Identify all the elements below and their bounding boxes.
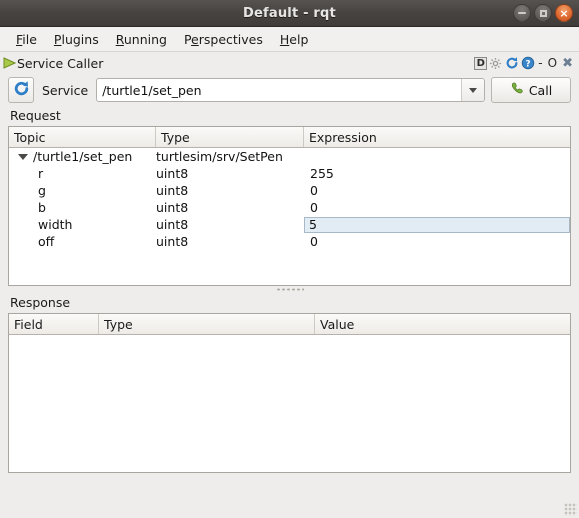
menu-plugins[interactable]: Plugins xyxy=(46,29,108,50)
request-table-body: /turtle1/set_pen turtlesim/srv/SetPen r … xyxy=(9,148,570,285)
splitter-dots-icon xyxy=(275,288,304,291)
request-section-label: Request xyxy=(10,108,61,123)
request-table-header: Topic Type Expression xyxy=(9,127,570,148)
request-row-expression[interactable]: 255 xyxy=(304,165,570,182)
request-row-topic: off xyxy=(38,234,55,249)
plugin-titlebar: Service Caller D ? - O ✖ xyxy=(0,52,579,74)
service-combobox[interactable]: /turtle1/set_pen xyxy=(96,78,485,102)
response-tree-view[interactable]: Field Type Value xyxy=(8,313,571,473)
dock-minimize-button[interactable]: - xyxy=(536,56,544,71)
request-row-topic-label: /turtle1/set_pen xyxy=(33,149,133,164)
table-row[interactable]: g uint8 0 xyxy=(9,182,570,199)
request-row-type: uint8 xyxy=(156,217,189,232)
response-table-header: Field Type Value xyxy=(9,314,570,335)
response-column-field[interactable]: Field xyxy=(9,314,99,334)
request-row-topic: g xyxy=(38,183,46,198)
bottom-spacer xyxy=(8,473,571,495)
request-row-expression[interactable]: 0 xyxy=(304,233,570,250)
window-close-button[interactable]: × xyxy=(555,4,573,22)
menu-help-label-rest: elp xyxy=(289,31,309,47)
service-combobox-value[interactable]: /turtle1/set_pen xyxy=(97,83,461,98)
expression-edit-field[interactable]: 5 xyxy=(304,216,570,233)
table-row[interactable]: width uint8 5 xyxy=(9,216,570,233)
chevron-down-icon[interactable] xyxy=(18,153,28,160)
plugin-icon-group: D ? - O ✖ xyxy=(474,56,575,71)
refresh-services-button[interactable] xyxy=(8,77,34,103)
response-section-label: Response xyxy=(10,295,71,310)
help-question-icon[interactable]: ? xyxy=(520,56,535,71)
call-button-label: Call xyxy=(528,82,553,98)
request-row-expression[interactable] xyxy=(304,148,570,165)
maximize-icon xyxy=(539,9,547,17)
response-column-value[interactable]: Value xyxy=(315,314,570,334)
response-table-body xyxy=(9,335,570,472)
request-row-expression[interactable]: 0 xyxy=(304,182,570,199)
window-minimize-button[interactable] xyxy=(513,4,531,22)
play-triangle-icon xyxy=(2,56,16,70)
rqt-main-window: Default - rqt × File Plugins Running Per… xyxy=(0,0,579,518)
request-row-type: uint8 xyxy=(156,200,189,215)
chevron-down-icon xyxy=(469,87,477,93)
window-maximize-button[interactable] xyxy=(534,4,552,22)
table-row[interactable]: off uint8 0 xyxy=(9,233,570,250)
window-title: Default - rqt xyxy=(243,5,336,21)
dock-close-button[interactable]: ✖ xyxy=(560,56,575,71)
phone-handset-icon xyxy=(510,81,525,99)
call-button[interactable]: Call xyxy=(491,77,571,103)
request-row-topic: r xyxy=(38,166,44,181)
menu-perspectives-label-rest: rspectives xyxy=(198,31,263,47)
refresh-icon xyxy=(13,80,30,100)
request-row-type: uint8 xyxy=(156,183,189,198)
content-area: Request Topic Type Expression /turtle1/s… xyxy=(0,106,579,518)
request-row-topic: /turtle1/set_pen xyxy=(9,148,156,165)
request-row-type: turtlesim/srv/SetPen xyxy=(156,149,283,164)
menu-file-label-rest: ile xyxy=(22,31,37,47)
request-column-topic[interactable]: Topic xyxy=(9,127,156,147)
svg-text:?: ? xyxy=(525,59,530,69)
table-row[interactable]: r uint8 255 xyxy=(9,165,570,182)
request-column-expression[interactable]: Expression xyxy=(304,127,570,147)
menu-running-label-rest: unning xyxy=(123,31,167,47)
request-row-topic: b xyxy=(38,200,46,215)
window-controls: × xyxy=(513,0,573,26)
menu-plugins-label-rest: lugins xyxy=(61,31,99,47)
table-row[interactable]: /turtle1/set_pen turtlesim/srv/SetPen xyxy=(9,148,570,165)
settings-gear-icon[interactable] xyxy=(488,56,503,71)
menu-perspectives[interactable]: Perspectives xyxy=(176,29,272,50)
request-row-expression[interactable]: 5 xyxy=(304,216,570,233)
panel-splitter-handle[interactable] xyxy=(8,286,571,293)
request-row-expression[interactable]: 0 xyxy=(304,199,570,216)
menu-help[interactable]: Help xyxy=(272,29,318,50)
menubar: File Plugins Running Perspectives Help xyxy=(0,27,579,52)
service-label: Service xyxy=(42,82,89,98)
request-tree-view[interactable]: Topic Type Expression /turtle1/set_pen t… xyxy=(8,126,571,286)
dock-d-icon[interactable]: D xyxy=(474,56,488,70)
request-row-topic: width xyxy=(38,217,73,232)
service-toolbar: Service /turtle1/set_pen Call xyxy=(0,74,579,106)
request-row-type: uint8 xyxy=(156,234,189,249)
minimize-icon xyxy=(518,12,526,14)
request-column-type[interactable]: Type xyxy=(156,127,304,147)
table-row[interactable]: b uint8 0 xyxy=(9,199,570,216)
window-titlebar: Default - rqt × xyxy=(0,0,579,27)
menu-file[interactable]: File xyxy=(8,29,46,50)
refresh-c-icon[interactable] xyxy=(504,56,519,71)
service-combobox-arrow[interactable] xyxy=(461,79,484,101)
request-row-type: uint8 xyxy=(156,166,189,181)
menu-running[interactable]: Running xyxy=(108,29,176,50)
close-icon: × xyxy=(559,6,569,20)
response-column-type[interactable]: Type xyxy=(99,314,315,334)
plugin-title: Service Caller xyxy=(17,55,104,71)
dock-float-button[interactable]: O xyxy=(546,56,559,71)
